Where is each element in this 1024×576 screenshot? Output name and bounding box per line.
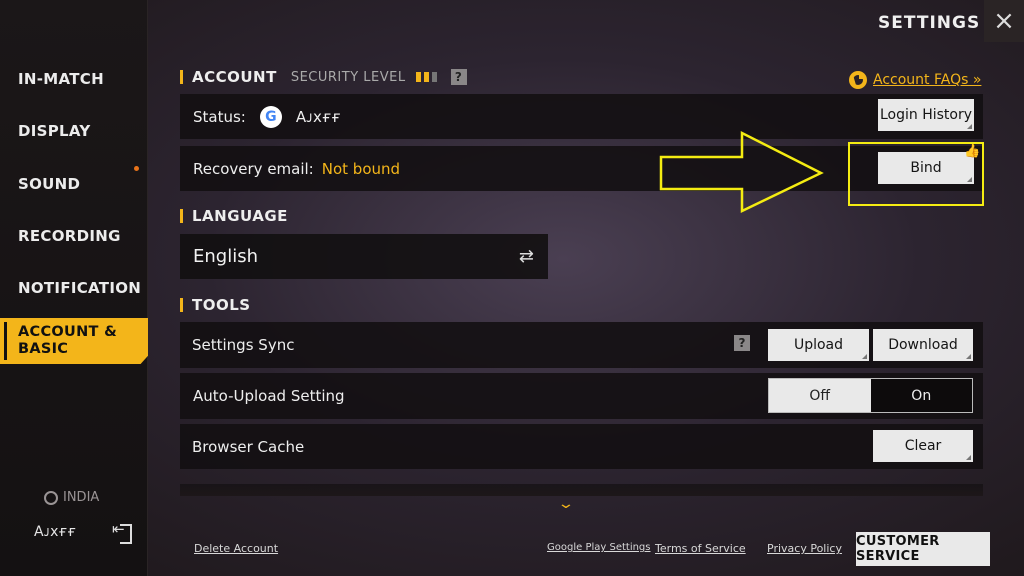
- globe-icon: [44, 490, 58, 505]
- auto-upload-label: Auto-Upload Setting: [193, 387, 345, 405]
- language-section-heading: LANGUAGE: [180, 207, 288, 225]
- auto-upload-toggle[interactable]: Off On: [768, 378, 973, 413]
- username: Aᴊxғғ: [34, 524, 77, 540]
- language-value: English: [193, 246, 258, 267]
- scroll-down-chevron-icon[interactable]: ⌄: [557, 496, 575, 512]
- status-row: Status: G Aᴊxғғ: [180, 94, 983, 139]
- recovery-email-status: Not bound: [321, 159, 401, 178]
- sidebar-item-in-match[interactable]: IN-MATCH: [0, 57, 148, 101]
- sidebar-item-label: RECORDING: [18, 227, 121, 245]
- help-icon[interactable]: ?: [734, 335, 750, 351]
- toggle-off-option[interactable]: Off: [769, 379, 871, 412]
- notification-dot: [134, 166, 139, 171]
- google-play-settings-link[interactable]: Google Play Settings: [547, 542, 651, 553]
- region-label: INDIA: [63, 490, 100, 505]
- annotation-highlight-box: [848, 142, 984, 206]
- login-history-button[interactable]: Login History: [878, 99, 974, 131]
- account-heading: ACCOUNT: [192, 68, 277, 86]
- account-section-heading: ACCOUNT SECURITY LEVEL ?: [180, 68, 467, 86]
- sidebar-item-label: IN-MATCH: [18, 70, 104, 88]
- swap-icon: ⇄: [518, 246, 534, 267]
- sidebar-item-notification[interactable]: NOTIFICATION: [0, 266, 148, 310]
- sidebar-item-label: ACCOUNT & BASIC: [18, 324, 118, 357]
- help-icon[interactable]: ?: [450, 69, 467, 85]
- user-row: Aᴊxғғ: [34, 520, 134, 544]
- region-indicator: INDIA: [44, 490, 99, 505]
- account-faqs-label: Account FAQs »: [873, 72, 982, 88]
- clear-button[interactable]: Clear: [873, 430, 973, 462]
- sidebar-item-sound[interactable]: SOUND: [0, 162, 148, 206]
- scroll-fade: [180, 484, 983, 496]
- status-label: Status:: [193, 107, 246, 126]
- language-heading: LANGUAGE: [192, 207, 288, 225]
- sidebar-item-recording[interactable]: RECORDING: [0, 214, 148, 258]
- page-title: SETTINGS: [878, 13, 981, 33]
- annotation-arrow-icon: [659, 130, 824, 213]
- sidebar-item-label: SOUND: [18, 175, 81, 193]
- sidebar-item-display[interactable]: DISPLAY: [0, 109, 148, 153]
- browser-cache-label: Browser Cache: [192, 437, 305, 456]
- close-button[interactable]: ×: [984, 0, 1024, 42]
- globe-icon: [849, 71, 867, 89]
- terms-of-service-link[interactable]: Terms of Service: [655, 542, 746, 555]
- account-name: Aᴊxғғ: [295, 107, 342, 126]
- language-selector[interactable]: English ⇄: [180, 234, 548, 279]
- close-icon: ×: [993, 6, 1015, 36]
- upload-button[interactable]: Upload: [768, 329, 869, 361]
- sidebar-item-label: NOTIFICATION: [18, 279, 142, 297]
- settings-sync-label: Settings Sync: [192, 336, 295, 354]
- sidebar-item-label: DISPLAY: [18, 122, 91, 140]
- sidebar-item-account-basic[interactable]: ACCOUNT & BASIC: [0, 318, 148, 364]
- security-level-bars: [415, 72, 437, 82]
- logout-icon[interactable]: [112, 520, 134, 544]
- tools-section-heading: TOOLS: [180, 296, 251, 314]
- google-icon: G: [259, 105, 282, 128]
- privacy-policy-link[interactable]: Privacy Policy: [767, 542, 842, 555]
- download-button[interactable]: Download: [873, 329, 973, 361]
- account-faqs-link[interactable]: Account FAQs »: [849, 71, 981, 89]
- tools-heading: TOOLS: [192, 296, 251, 314]
- customer-service-button[interactable]: CUSTOMER SERVICE: [856, 532, 990, 566]
- delete-account-link[interactable]: Delete Account: [194, 542, 278, 555]
- browser-cache-row: Browser Cache: [180, 424, 983, 469]
- recovery-email-label: Recovery email:: [193, 159, 314, 178]
- toggle-on-option[interactable]: On: [870, 379, 972, 412]
- sidebar: IN-MATCH DISPLAY SOUND RECORDING NOTIFIC…: [0, 0, 148, 576]
- security-level-label: SECURITY LEVEL: [290, 69, 406, 85]
